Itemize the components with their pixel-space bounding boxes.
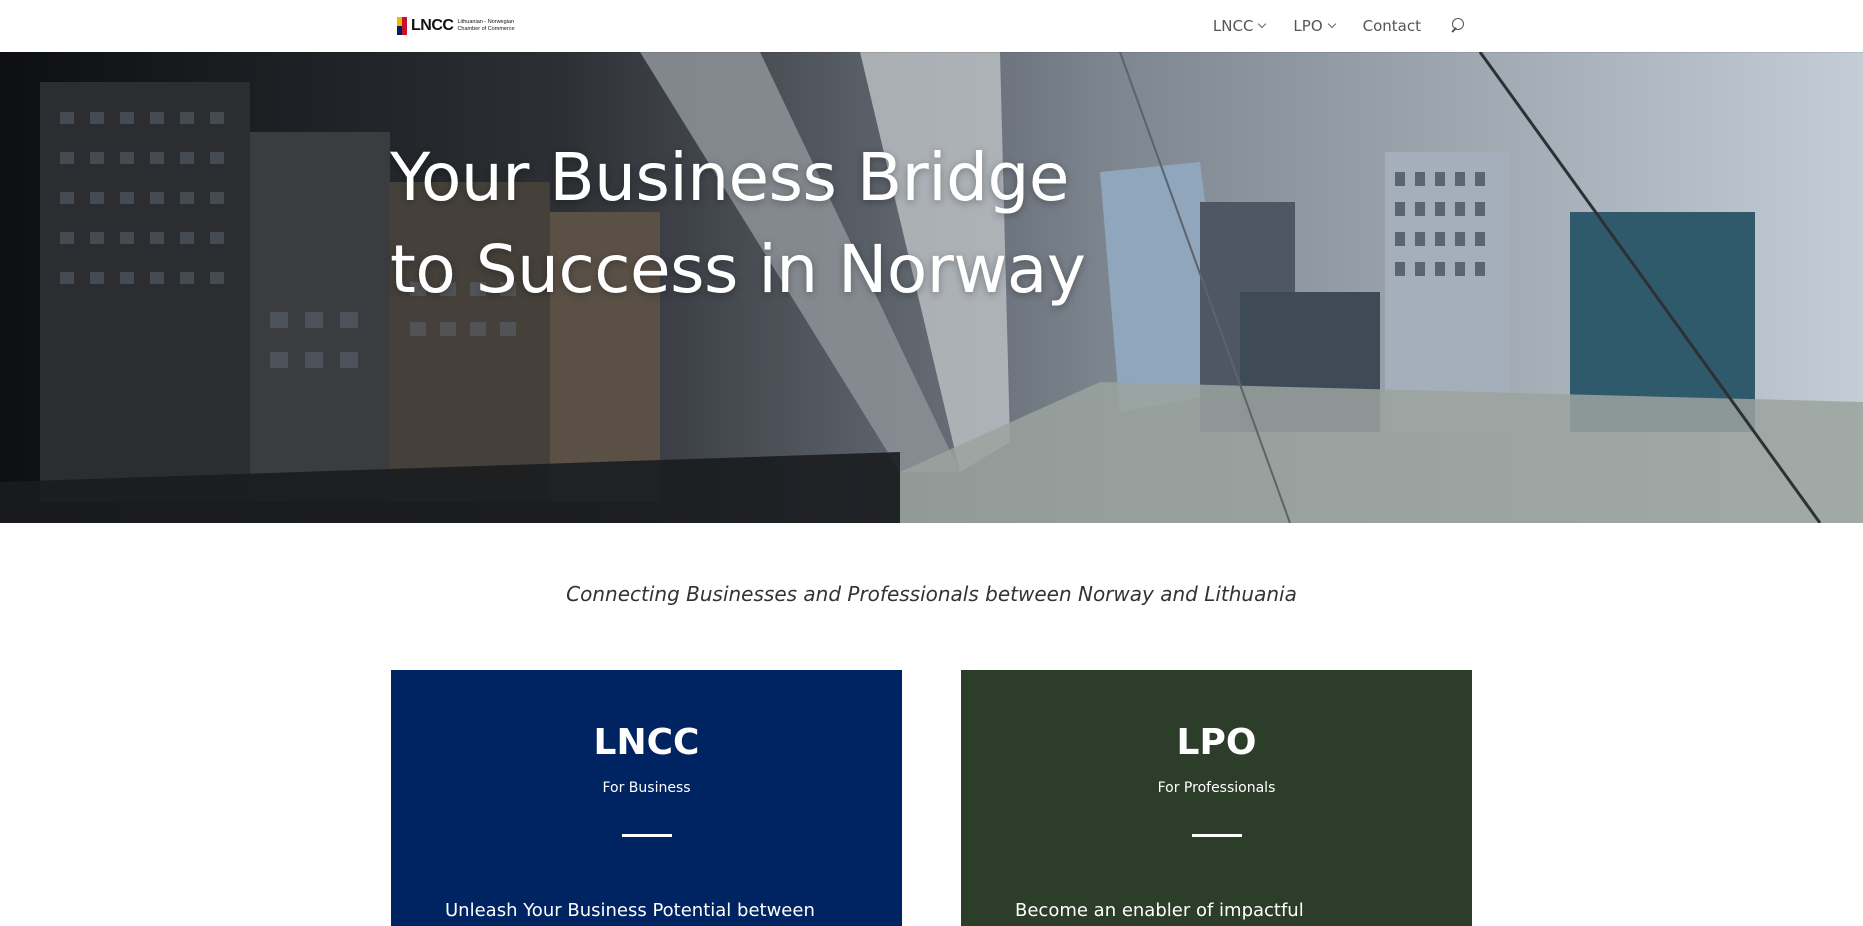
lncc-card[interactable]: LNCC For Business Unleash Your Business …: [391, 670, 902, 926]
card-title: LNCC: [593, 722, 700, 763]
hero-title: Your Business Bridge to Success in Norwa…: [390, 139, 1086, 308]
chevron-down-icon: [1258, 19, 1267, 29]
site-logo[interactable]: LNCC Lithuanian - Norwegian Chamber of C…: [397, 16, 517, 36]
card-subtitle: For Business: [602, 780, 691, 796]
nav-item-lncc[interactable]: LNCC: [1212, 17, 1267, 35]
logo-tagline: Lithuanian - Norwegian Chamber of Commer…: [457, 19, 515, 32]
logo-mark-icon: [397, 17, 407, 35]
chevron-down-icon: [1327, 19, 1336, 29]
card-title: LPO: [1176, 722, 1257, 763]
card-description: Unleash Your Business Potential between: [445, 900, 815, 921]
main-nav: LNCC LPO Contact: [1213, 0, 1467, 52]
lpo-card[interactable]: LPO For Professionals Become an enabler …: [961, 670, 1472, 926]
site-header: LNCC Lithuanian - Norwegian Chamber of C…: [0, 0, 1863, 52]
hero-banner: Your Business Bridge to Success in Norwa…: [0, 52, 1863, 523]
card-divider: [1191, 834, 1242, 837]
site-tagline: Connecting Businesses and Professionals …: [566, 582, 1297, 606]
nav-item-contact[interactable]: Contact: [1363, 17, 1421, 35]
card-divider: [621, 834, 672, 837]
nav-item-lpo[interactable]: LPO: [1293, 17, 1336, 35]
nav-item-label: LPO: [1293, 17, 1323, 35]
nav-item-label: LNCC: [1212, 17, 1254, 35]
search-icon[interactable]: [1449, 17, 1467, 35]
logo-wordmark: LNCC: [411, 17, 454, 34]
card-subtitle: For Professionals: [1157, 780, 1276, 796]
nav-item-label: Contact: [1362, 17, 1421, 35]
card-description: Become an enabler of impactful: [1015, 900, 1304, 921]
